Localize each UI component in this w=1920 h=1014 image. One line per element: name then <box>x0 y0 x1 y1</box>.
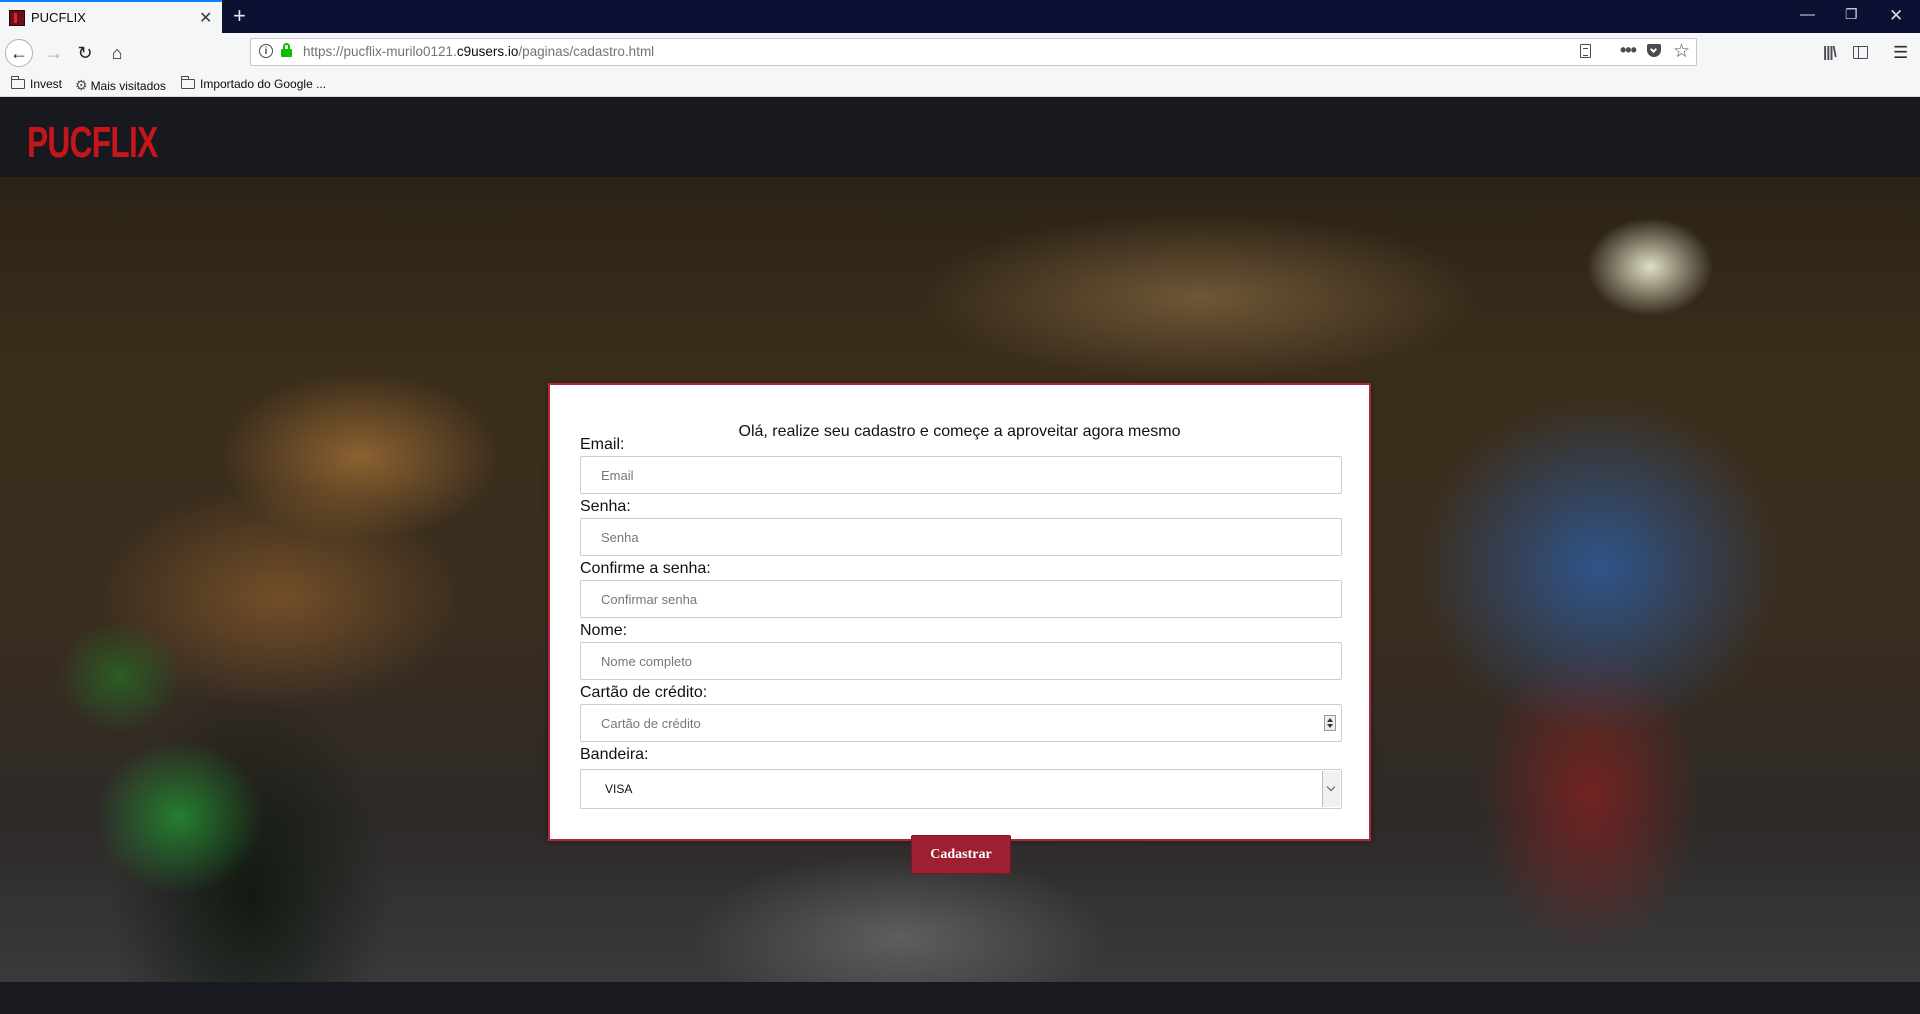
hamburger-menu-icon[interactable]: ☰ <box>1893 43 1908 63</box>
chevron-down-icon[interactable] <box>1322 771 1340 807</box>
minimize-icon[interactable]: — <box>1800 6 1815 23</box>
hero-background-image: Olá, realize seu cadastro e começe a apr… <box>0 177 1920 982</box>
bookmark-imported-google[interactable]: Importado do Google ... <box>181 76 326 91</box>
email-label: Email: <box>580 436 625 453</box>
lock-icon[interactable] <box>281 43 292 57</box>
password-input[interactable] <box>580 518 1342 556</box>
pocket-icon[interactable] <box>1647 44 1661 57</box>
url-text[interactable]: https://pucflix-murilo0121.c9users.io/pa… <box>303 44 654 59</box>
info-icon[interactable]: i <box>259 44 273 58</box>
credit-card-label: Cartão de crédito: <box>580 684 708 701</box>
close-window-icon[interactable]: ✕ <box>1889 6 1903 26</box>
page-content: PUCFLIX Olá, realize seu cadastro e come… <box>0 97 1920 1014</box>
card-brand-label: Bandeira: <box>580 746 649 763</box>
forward-button[interactable]: → <box>40 39 68 67</box>
new-tab-button[interactable]: + <box>233 3 246 29</box>
navigation-toolbar: ← → ↻ ⌂ i https://pucflix-murilo0121.c9u… <box>0 33 1920 73</box>
close-tab-icon[interactable]: ✕ <box>199 8 212 28</box>
form-title: Olá, realize seu cadastro e começe a apr… <box>738 423 1181 440</box>
signup-form-panel: Olá, realize seu cadastro e começe a apr… <box>548 383 1371 874</box>
card-brand-select[interactable]: VISA <box>580 769 1342 809</box>
back-button[interactable]: ← <box>5 39 33 67</box>
bookmark-most-visited[interactable]: ⚙ Mais visitados <box>75 77 166 94</box>
reload-button[interactable]: ↻ <box>71 39 99 67</box>
page-actions-icon[interactable]: ••• <box>1620 40 1637 61</box>
library-icon[interactable]: |||\ <box>1823 44 1837 61</box>
browser-tab[interactable]: PUCFLIX ✕ <box>0 0 222 33</box>
bookmark-star-icon[interactable]: ☆ <box>1673 40 1690 63</box>
tab-title: PUCFLIX <box>31 10 86 25</box>
register-button[interactable]: Cadastrar <box>911 835 1011 874</box>
restore-icon[interactable]: ❐ <box>1845 6 1858 23</box>
bookmark-invest[interactable]: Invest <box>11 76 62 91</box>
sidebar-icon[interactable] <box>1853 46 1868 59</box>
folder-icon <box>11 76 25 89</box>
reader-view-icon[interactable] <box>1580 44 1591 58</box>
gear-icon: ⚙ <box>75 77 88 93</box>
folder-icon <box>181 76 195 89</box>
credit-card-input[interactable] <box>580 704 1342 742</box>
site-header: PUCFLIX <box>0 97 1920 177</box>
bookmarks-toolbar: Invest ⚙ Mais visitados Importado do Goog… <box>0 73 1920 97</box>
home-button[interactable]: ⌂ <box>103 39 131 67</box>
tab-strip: PUCFLIX ✕ + — ❐ ✕ <box>0 0 1920 33</box>
favicon-icon <box>9 10 25 26</box>
confirm-password-label: Confirme a senha: <box>580 560 711 577</box>
full-name-input[interactable] <box>580 642 1342 680</box>
name-label: Nome: <box>580 622 628 639</box>
address-bar[interactable]: i https://pucflix-murilo0121.c9users.io/… <box>250 38 1697 66</box>
confirm-password-input[interactable] <box>580 580 1342 618</box>
email-input[interactable] <box>580 456 1342 494</box>
password-label: Senha: <box>580 498 631 515</box>
pucflix-logo[interactable]: PUCFLIX <box>27 118 158 168</box>
card-brand-value: VISA <box>605 782 633 796</box>
number-spinner-icon[interactable] <box>1324 715 1336 731</box>
